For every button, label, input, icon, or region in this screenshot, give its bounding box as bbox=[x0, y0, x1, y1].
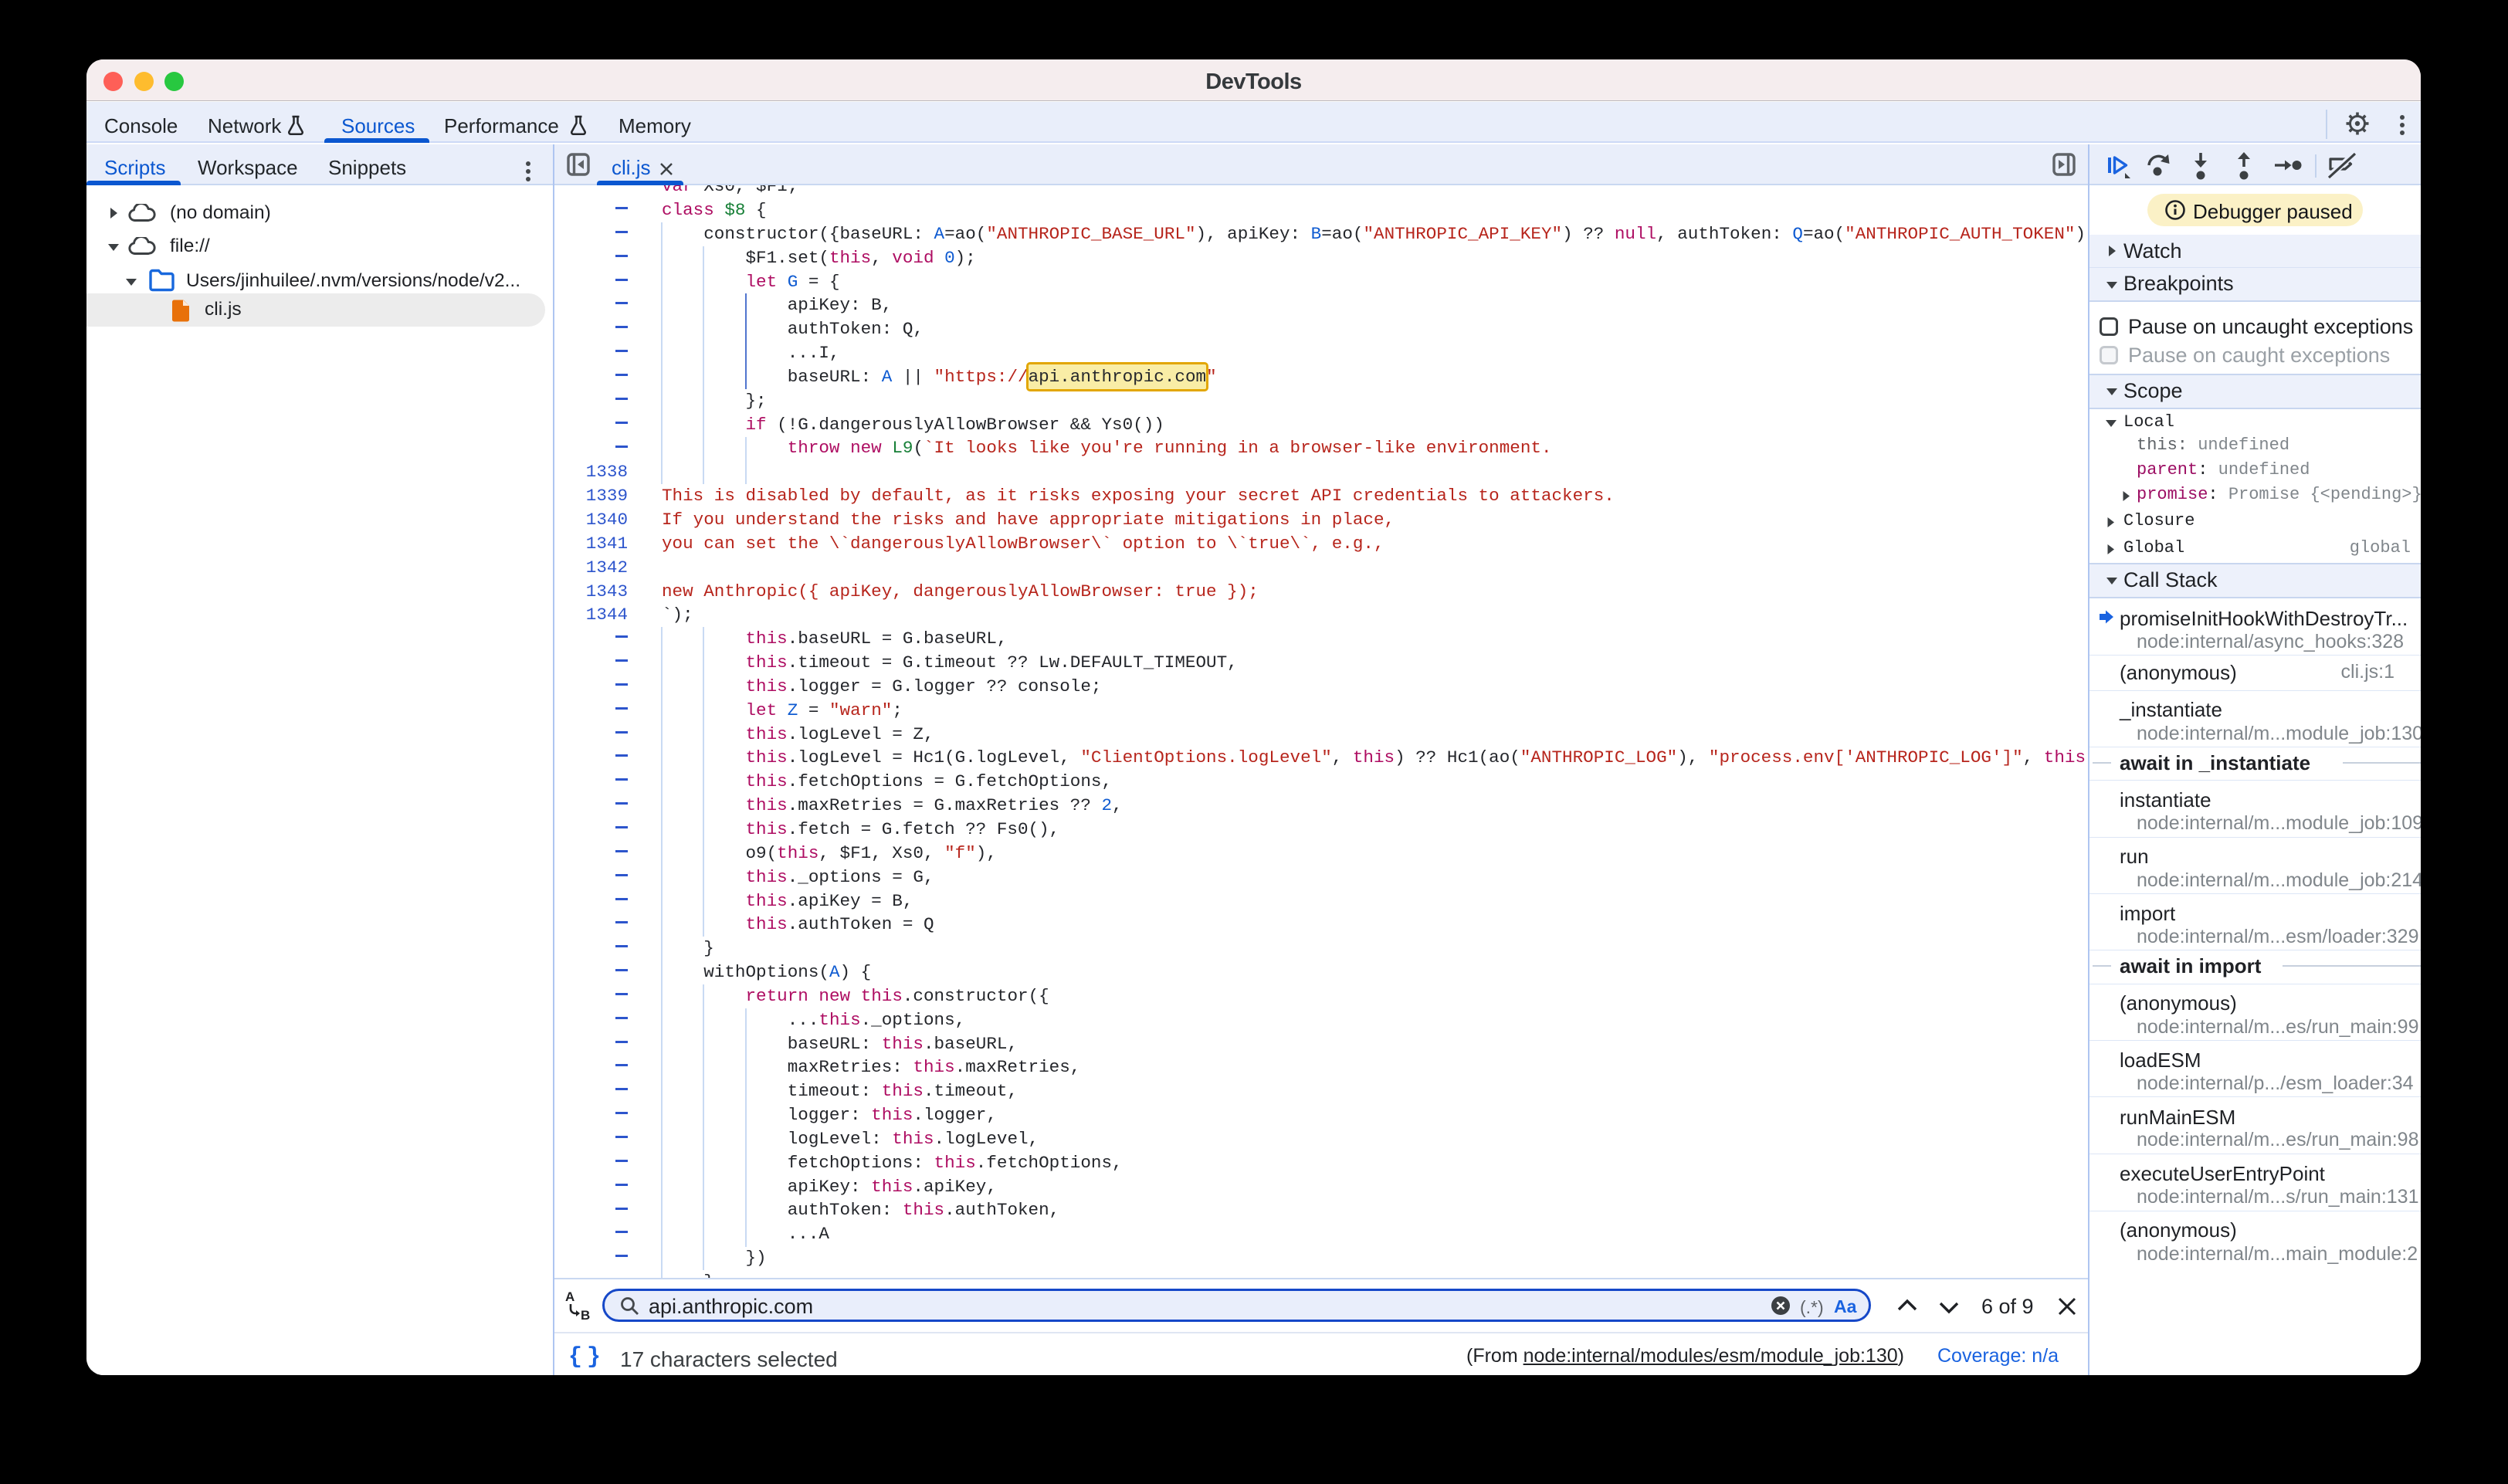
svg-text:B: B bbox=[581, 1308, 590, 1321]
svg-text:A: A bbox=[565, 1290, 574, 1304]
